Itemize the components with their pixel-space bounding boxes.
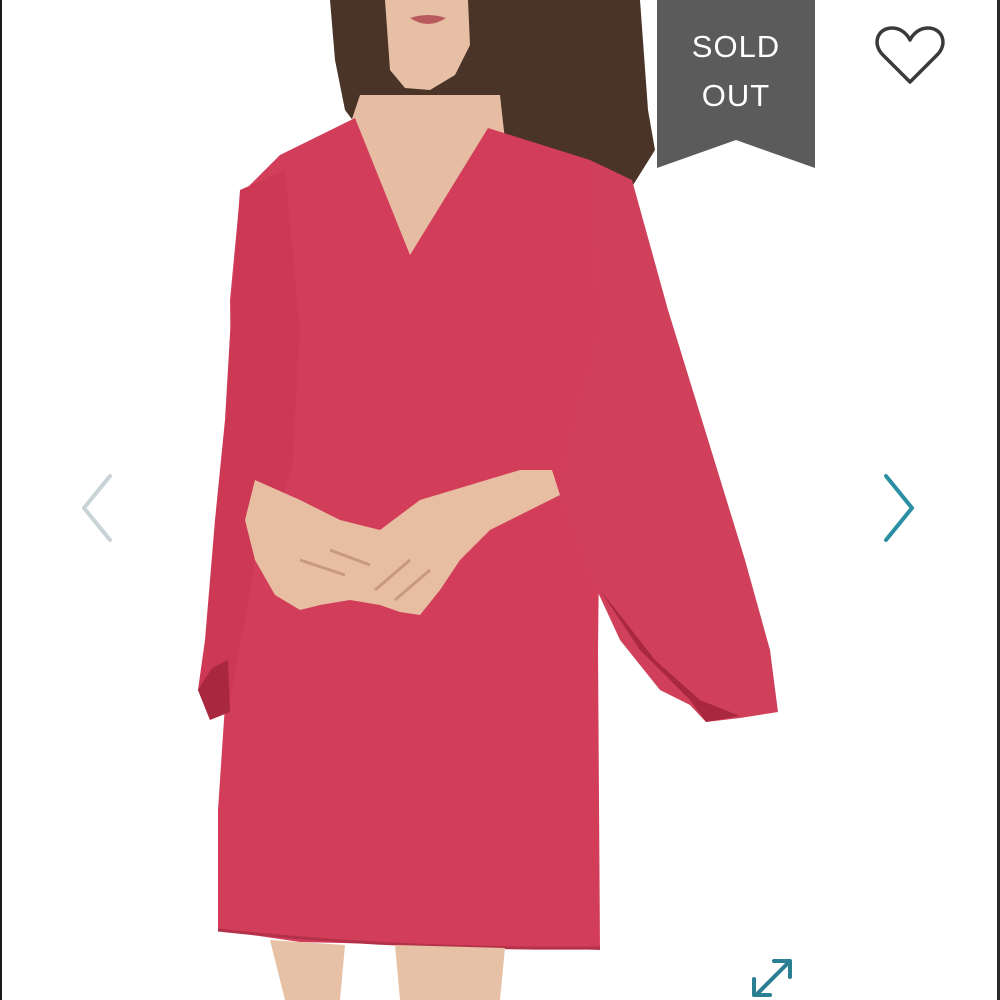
- chevron-right-icon[interactable]: [876, 468, 922, 548]
- frame-border-left: [0, 0, 2, 1000]
- chevron-left-icon[interactable]: [74, 468, 120, 548]
- sold-out-label: SOLD OUT: [657, 22, 815, 120]
- product-photo: [198, 0, 778, 1000]
- product-image-viewer: SOLD OUT: [0, 0, 1000, 1000]
- model-legs: [270, 940, 505, 1000]
- heart-outline-icon[interactable]: [874, 24, 946, 86]
- sold-out-line-1: SOLD: [691, 29, 781, 64]
- expand-arrows-icon[interactable]: [748, 955, 796, 1000]
- sold-out-line-2: OUT: [701, 78, 771, 113]
